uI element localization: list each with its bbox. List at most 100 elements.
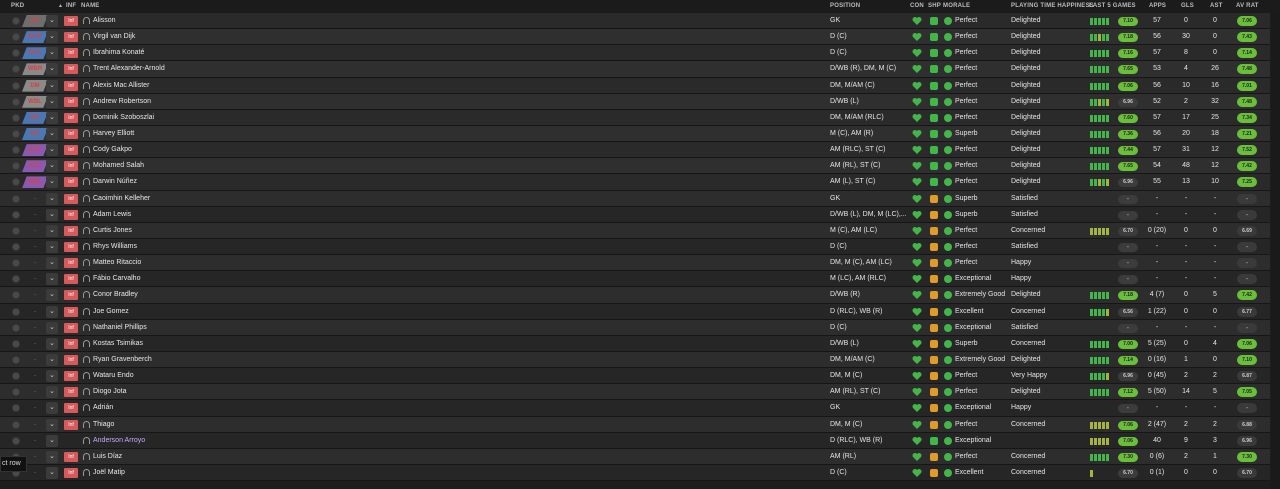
player-name[interactable]: Anderson Arroyo (93, 433, 273, 449)
select-radio[interactable] (12, 178, 20, 187)
col-shp[interactable]: SHP (928, 3, 941, 9)
select-radio[interactable] (12, 339, 20, 348)
table-row[interactable]: - ⌄ Inf Joël Matip D (C) Excellent Concerned 6.… (0, 464, 1270, 482)
position-empty[interactable]: - (28, 352, 42, 368)
select-radio[interactable] (12, 49, 20, 58)
position-badge[interactable]: STC (22, 160, 48, 173)
position-empty[interactable]: - (28, 271, 42, 287)
player-name[interactable]: Alisson (93, 13, 273, 29)
position-badge[interactable]: WBR (22, 63, 48, 76)
col-morale[interactable]: MORALE (943, 3, 970, 9)
player-name[interactable]: Mohamed Salah (93, 158, 273, 174)
table-row[interactable]: STC ⌄ Inf Mohamed Salah AM (RL), ST (C) Perfe… (0, 158, 1270, 175)
chevron-down-icon[interactable]: ⌄ (46, 95, 58, 108)
chevron-down-icon[interactable]: ⌄ (46, 144, 58, 157)
chevron-down-icon[interactable]: ⌄ (46, 15, 58, 27)
chevron-down-icon[interactable]: ⌄ (46, 160, 58, 173)
chevron-down-icon[interactable]: ⌄ (46, 111, 58, 124)
select-radio[interactable] (12, 291, 20, 300)
player-name[interactable]: Conor Bradley (93, 287, 273, 303)
select-radio[interactable] (12, 146, 20, 155)
player-name[interactable]: Joe Gomez (93, 304, 273, 320)
select-radio[interactable] (12, 372, 20, 381)
player-name[interactable]: Caoimhin Kelleher (93, 191, 273, 207)
position-empty[interactable]: - (28, 304, 42, 320)
position-empty[interactable]: - (28, 384, 42, 400)
chevron-down-icon[interactable]: ⌄ (46, 353, 58, 366)
select-radio[interactable] (12, 97, 20, 106)
table-row[interactable]: DCR ⌄ Inf Virgil van Dijk D (C) Perfect Deligh… (0, 29, 1270, 46)
chevron-down-icon[interactable]: ⌄ (46, 305, 58, 318)
col-inf[interactable]: INF (66, 3, 76, 9)
scrollbar[interactable] (1271, 13, 1280, 489)
table-row[interactable]: - ⌄ Inf Conor Bradley D/WB (R) Extremely Good… (0, 287, 1270, 304)
chevron-down-icon[interactable]: ⌄ (46, 257, 58, 270)
position-empty[interactable]: - (28, 336, 42, 352)
select-radio[interactable] (12, 210, 20, 219)
col-pkd[interactable]: PKD (11, 3, 24, 9)
position-empty[interactable]: - (28, 417, 42, 433)
table-row[interactable]: - ⌄ Inf Luis Díaz AM (RL) Perfect Concerned 7.3… (0, 448, 1270, 465)
player-name[interactable]: Alexis Mac Allister (93, 78, 273, 94)
table-row[interactable]: STC ⌄ Inf Cody Gakpo AM (RLC), ST (C) Perfect… (0, 142, 1270, 159)
select-radio[interactable] (12, 65, 20, 74)
chevron-down-icon[interactable]: ⌄ (46, 434, 58, 447)
position-badge[interactable]: MDL (22, 176, 48, 189)
select-radio[interactable] (12, 81, 20, 90)
player-name[interactable]: Rhys Williams (93, 239, 273, 255)
table-row[interactable]: MC ⌄ Inf Dominik Szoboszlai DM, M/AM (RLC) Pe… (0, 109, 1270, 126)
chevron-down-icon[interactable]: ⌄ (46, 127, 58, 140)
player-name[interactable]: Luis Díaz (93, 449, 273, 465)
table-row[interactable]: - ⌄ Inf Adrián GK Exceptional Happy - - - - - (0, 400, 1270, 417)
position-badge[interactable]: DCL (22, 47, 48, 60)
table-row[interactable]: - ⌄ Inf Joe Gomez D (RLC), WB (R) Excellent Co… (0, 303, 1270, 320)
table-row[interactable]: DM ⌄ Inf Alexis Mac Allister DM, M/AM (C) Per… (0, 77, 1270, 94)
col-playing-time[interactable]: PLAYING TIME HAPPINESS (1011, 3, 1094, 9)
table-row[interactable]: - ⌄ Inf Matteo Ritaccio DM, M (C), AM (LC) Pe… (0, 255, 1270, 272)
player-name[interactable]: Virgil van Dijk (93, 29, 273, 45)
player-name[interactable]: Nathaniel Phillips (93, 320, 273, 336)
position-empty[interactable]: - (28, 223, 42, 239)
position-empty[interactable]: - (28, 465, 42, 481)
player-name[interactable]: Thiago (93, 417, 273, 433)
select-radio[interactable] (12, 307, 20, 316)
table-row[interactable]: - ⌄ Inf Fábio Carvalho M (LC), AM (RLC) Excep… (0, 271, 1270, 288)
chevron-down-icon[interactable]: ⌄ (46, 273, 58, 286)
table-row[interactable]: DCL ⌄ Inf Ibrahima Konaté D (C) Perfect Deligh… (0, 45, 1270, 62)
chevron-down-icon[interactable]: ⌄ (46, 289, 58, 302)
position-badge[interactable]: STC (22, 144, 48, 157)
table-row[interactable]: - ⌄ Inf Caoimhin Kelleher GK Superb Satisfied -… (0, 190, 1270, 207)
position-empty[interactable]: - (28, 320, 42, 336)
chevron-down-icon[interactable]: ⌄ (46, 31, 58, 44)
player-name[interactable]: Joël Matip (93, 465, 273, 481)
col-position[interactable]: POSITION (830, 3, 860, 9)
position-empty[interactable]: - (28, 287, 42, 303)
chevron-down-icon[interactable]: ⌄ (46, 224, 58, 237)
col-apps[interactable]: APPS (1149, 3, 1166, 9)
player-name[interactable]: Darwin Núñez (93, 174, 273, 190)
table-row[interactable]: WBR ⌄ Inf Trent Alexander-Arnold D/WB (R), D… (0, 61, 1270, 78)
chevron-down-icon[interactable]: ⌄ (46, 418, 58, 431)
col-name[interactable]: NAME (81, 3, 99, 9)
player-name[interactable]: Kostas Tsimikas (93, 336, 273, 352)
position-empty[interactable]: - (28, 207, 42, 223)
table-row[interactable]: - ⌄ Inf Ryan Gravenberch DM, M/AM (C) Extreme… (0, 351, 1270, 369)
player-name[interactable]: Diogo Jota (93, 384, 273, 400)
table-row[interactable]: - ⌄ Inf Curtis Jones M (C), AM (LC) Perfect Co… (0, 222, 1270, 239)
player-name[interactable]: Andrew Robertson (93, 94, 273, 110)
select-radio[interactable] (12, 388, 20, 397)
player-name[interactable]: Adrián (93, 400, 273, 416)
chevron-down-icon[interactable]: ⌄ (46, 402, 58, 415)
position-badge[interactable]: MC (22, 127, 48, 140)
chevron-down-icon[interactable]: ⌄ (46, 79, 58, 92)
col-con[interactable]: CON (910, 3, 924, 9)
select-radio[interactable] (12, 113, 20, 122)
chevron-down-icon[interactable]: ⌄ (46, 192, 58, 205)
select-radio[interactable] (12, 420, 20, 429)
table-row[interactable]: GK ⌄ Inf Alisson GK Perfect Delighted 7.10 57 0 0 7… (0, 13, 1270, 30)
table-row[interactable]: MDL ⌄ Inf Darwin Núñez AM (L), ST (C) Perfect… (0, 174, 1270, 191)
select-radio[interactable] (12, 404, 20, 413)
col-avrat[interactable]: AV RAT (1236, 3, 1259, 9)
chevron-down-icon[interactable]: ⌄ (46, 321, 58, 334)
position-empty[interactable]: - (28, 400, 42, 416)
